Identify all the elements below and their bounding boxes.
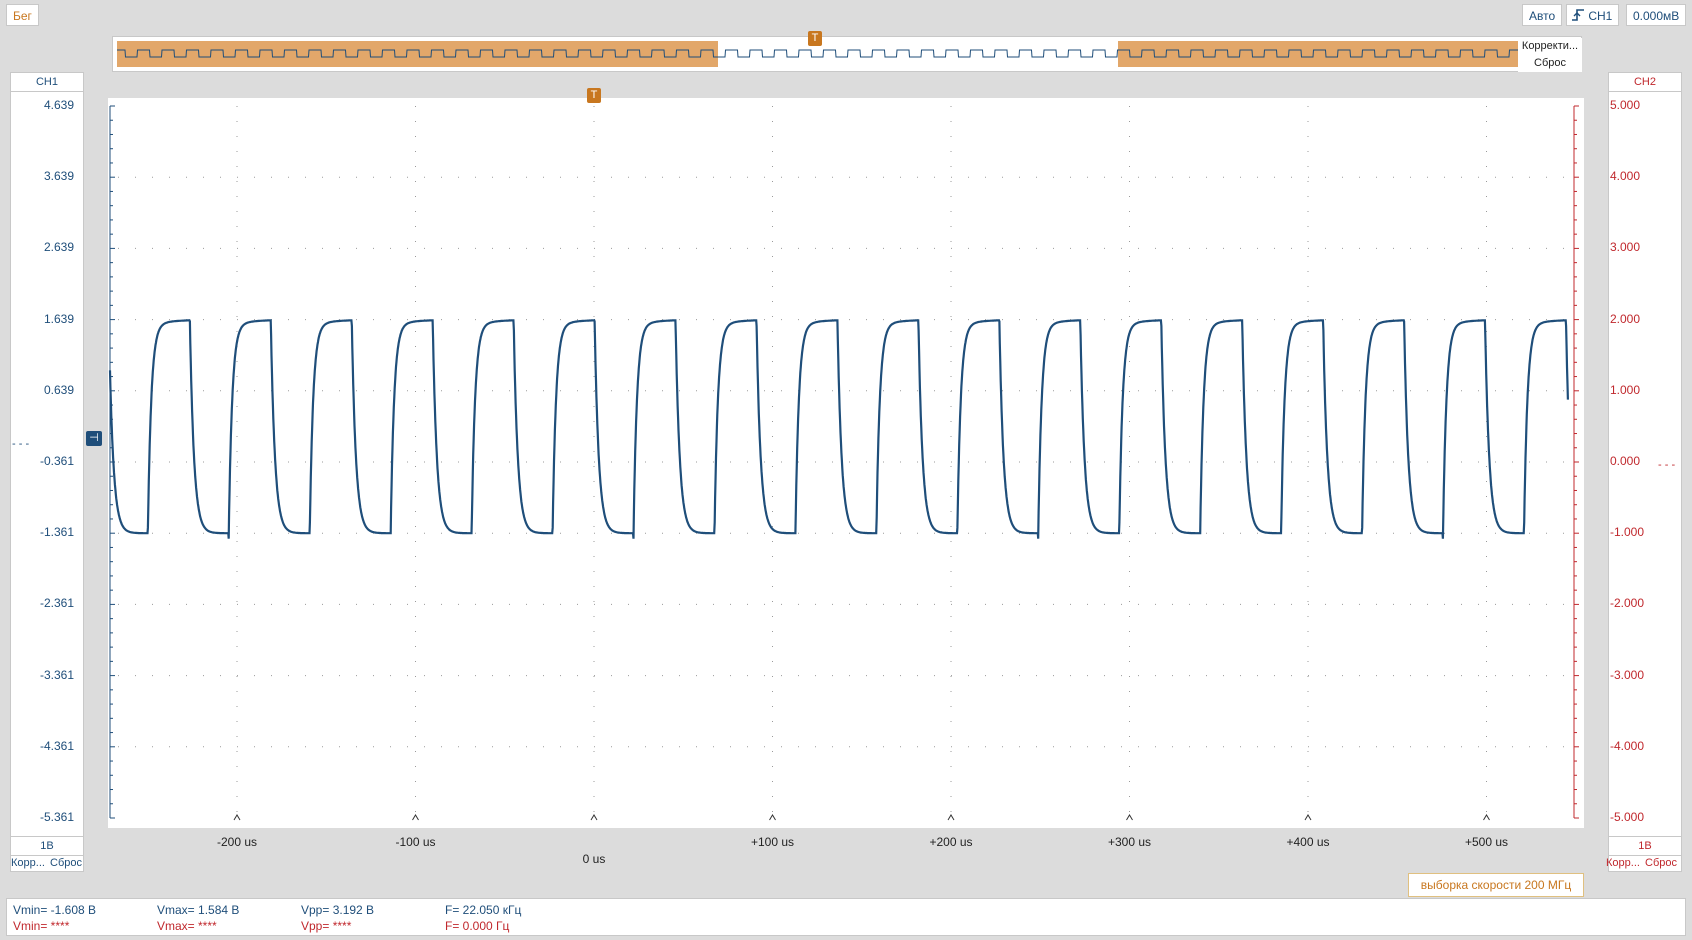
ch1-scale[interactable]: 1В [10,836,84,856]
time-tick-label: +400 us [1286,835,1330,849]
ch2-offset-indicator: - - - [1658,459,1676,471]
overview-hidden-region-left [117,41,718,67]
time-tick-arrow [1304,814,1312,821]
ch1-tick-label: 1.639 [43,311,74,326]
waveform-canvas [108,105,1579,821]
ch2-tick-label: 2.000 [1610,311,1641,326]
time-tick-arrow [947,814,955,821]
sample-rate-label: выборка скорости 200 МГц [1408,873,1584,897]
ch2-tick-label: -1.000 [1610,525,1645,540]
overview-waveform [117,41,1523,67]
time-tick-arrow [590,814,598,821]
time-tick-arrow [769,814,776,821]
waveform-overview[interactable] [112,36,1582,72]
rising-edge-icon [1572,9,1584,21]
time-tick-label: -200 us [216,835,258,849]
oscilloscope-plot[interactable] [108,98,1584,828]
ch2-tick-label: -5.000 [1610,810,1645,824]
ch2-reset-button[interactable]: Сброс [1645,857,1677,869]
ch1-vmin: Vmin= -1.608 В [13,903,97,917]
ch2-vmax: Vmax= **** [157,919,217,933]
ch1-reset-button[interactable]: Сброс [50,857,82,869]
ch1-correct-button[interactable]: Корр... [11,857,45,869]
time-tick-label: +100 us [750,835,795,849]
ch1-vpp: Vpp= 3.192 В [301,903,375,917]
ch1-tick-label: 0.639 [43,382,74,397]
run-button[interactable]: Бег [6,4,39,26]
ch1-tick-label: -3.361 [39,667,74,682]
ch1-freq: F= 22.050 кГц [445,903,522,917]
trigger-mode-button[interactable]: Авто [1522,4,1563,26]
time-zero-label: 0 us [582,852,606,866]
ch1-offset-indicator: - - - [12,438,30,450]
ch2-vpp: Vpp= **** [301,919,352,933]
ch2-label[interactable]: CH2 [1608,72,1682,92]
ch2-freq: F= 0.000 Гц [445,919,510,933]
measurements-panel: Vmin= -1.608 В Vmax= 1.584 В Vpp= 3.192 … [6,898,1686,936]
ch1-tick-label: 4.639 [43,98,74,112]
ch1-offset-marker[interactable]: ⊣ [86,431,102,446]
overview-reset-button[interactable]: Сброс [1518,55,1582,72]
ch2-correct-button[interactable]: Корр... [1606,857,1640,869]
time-tick-label: +200 us [929,835,973,849]
trigger-position-marker[interactable]: T [587,88,601,103]
ch1-tick-label: -2.361 [39,596,74,611]
ch1-tick-label: -1.361 [39,525,74,540]
ch1-waveform [108,319,1569,539]
ch2-tick-label: -4.000 [1610,738,1645,753]
ch1-vmax: Vmax= 1.584 В [157,903,240,917]
ch2-tick-label: 4.000 [1610,169,1641,184]
time-tick-arrow [1126,814,1133,821]
ch2-tick-label: 1.000 [1610,382,1641,397]
time-tick-label: +500 us [1464,835,1509,849]
ch1-tick-label: -0.361 [39,454,74,468]
ch2-tick-label: -3.000 [1610,667,1645,682]
time-tick-arrow [233,814,241,821]
overview-correct-button[interactable]: Корректи... [1518,38,1582,55]
trigger-level-button[interactable]: 0.000мВ [1626,4,1687,26]
trigger-channel-label: CH1 [1588,9,1613,23]
ch1-tick-label: -5.361 [39,810,74,824]
ch1-tick-label: -4.361 [39,738,74,753]
time-tick-label: -100 us [395,835,436,849]
ch2-vmin: Vmin= **** [13,919,70,933]
trigger-channel-button[interactable]: CH1 [1566,4,1620,26]
ch2-scale[interactable]: 1В [1608,836,1682,856]
ch2-tick-label: 3.000 [1610,240,1641,255]
time-tick-label: +300 us [1107,835,1152,849]
ch1-tick-label: 2.639 [43,240,74,255]
ch2-tick-label: 5.000 [1610,98,1641,112]
time-tick-arrow [1483,814,1490,821]
time-tick-arrow [412,814,419,821]
ch1-label[interactable]: CH1 [10,72,84,92]
ch1-tick-label: 3.639 [43,169,74,184]
ch2-tick-label: -2.000 [1610,596,1645,611]
overview-trigger-marker[interactable]: T [808,31,822,46]
